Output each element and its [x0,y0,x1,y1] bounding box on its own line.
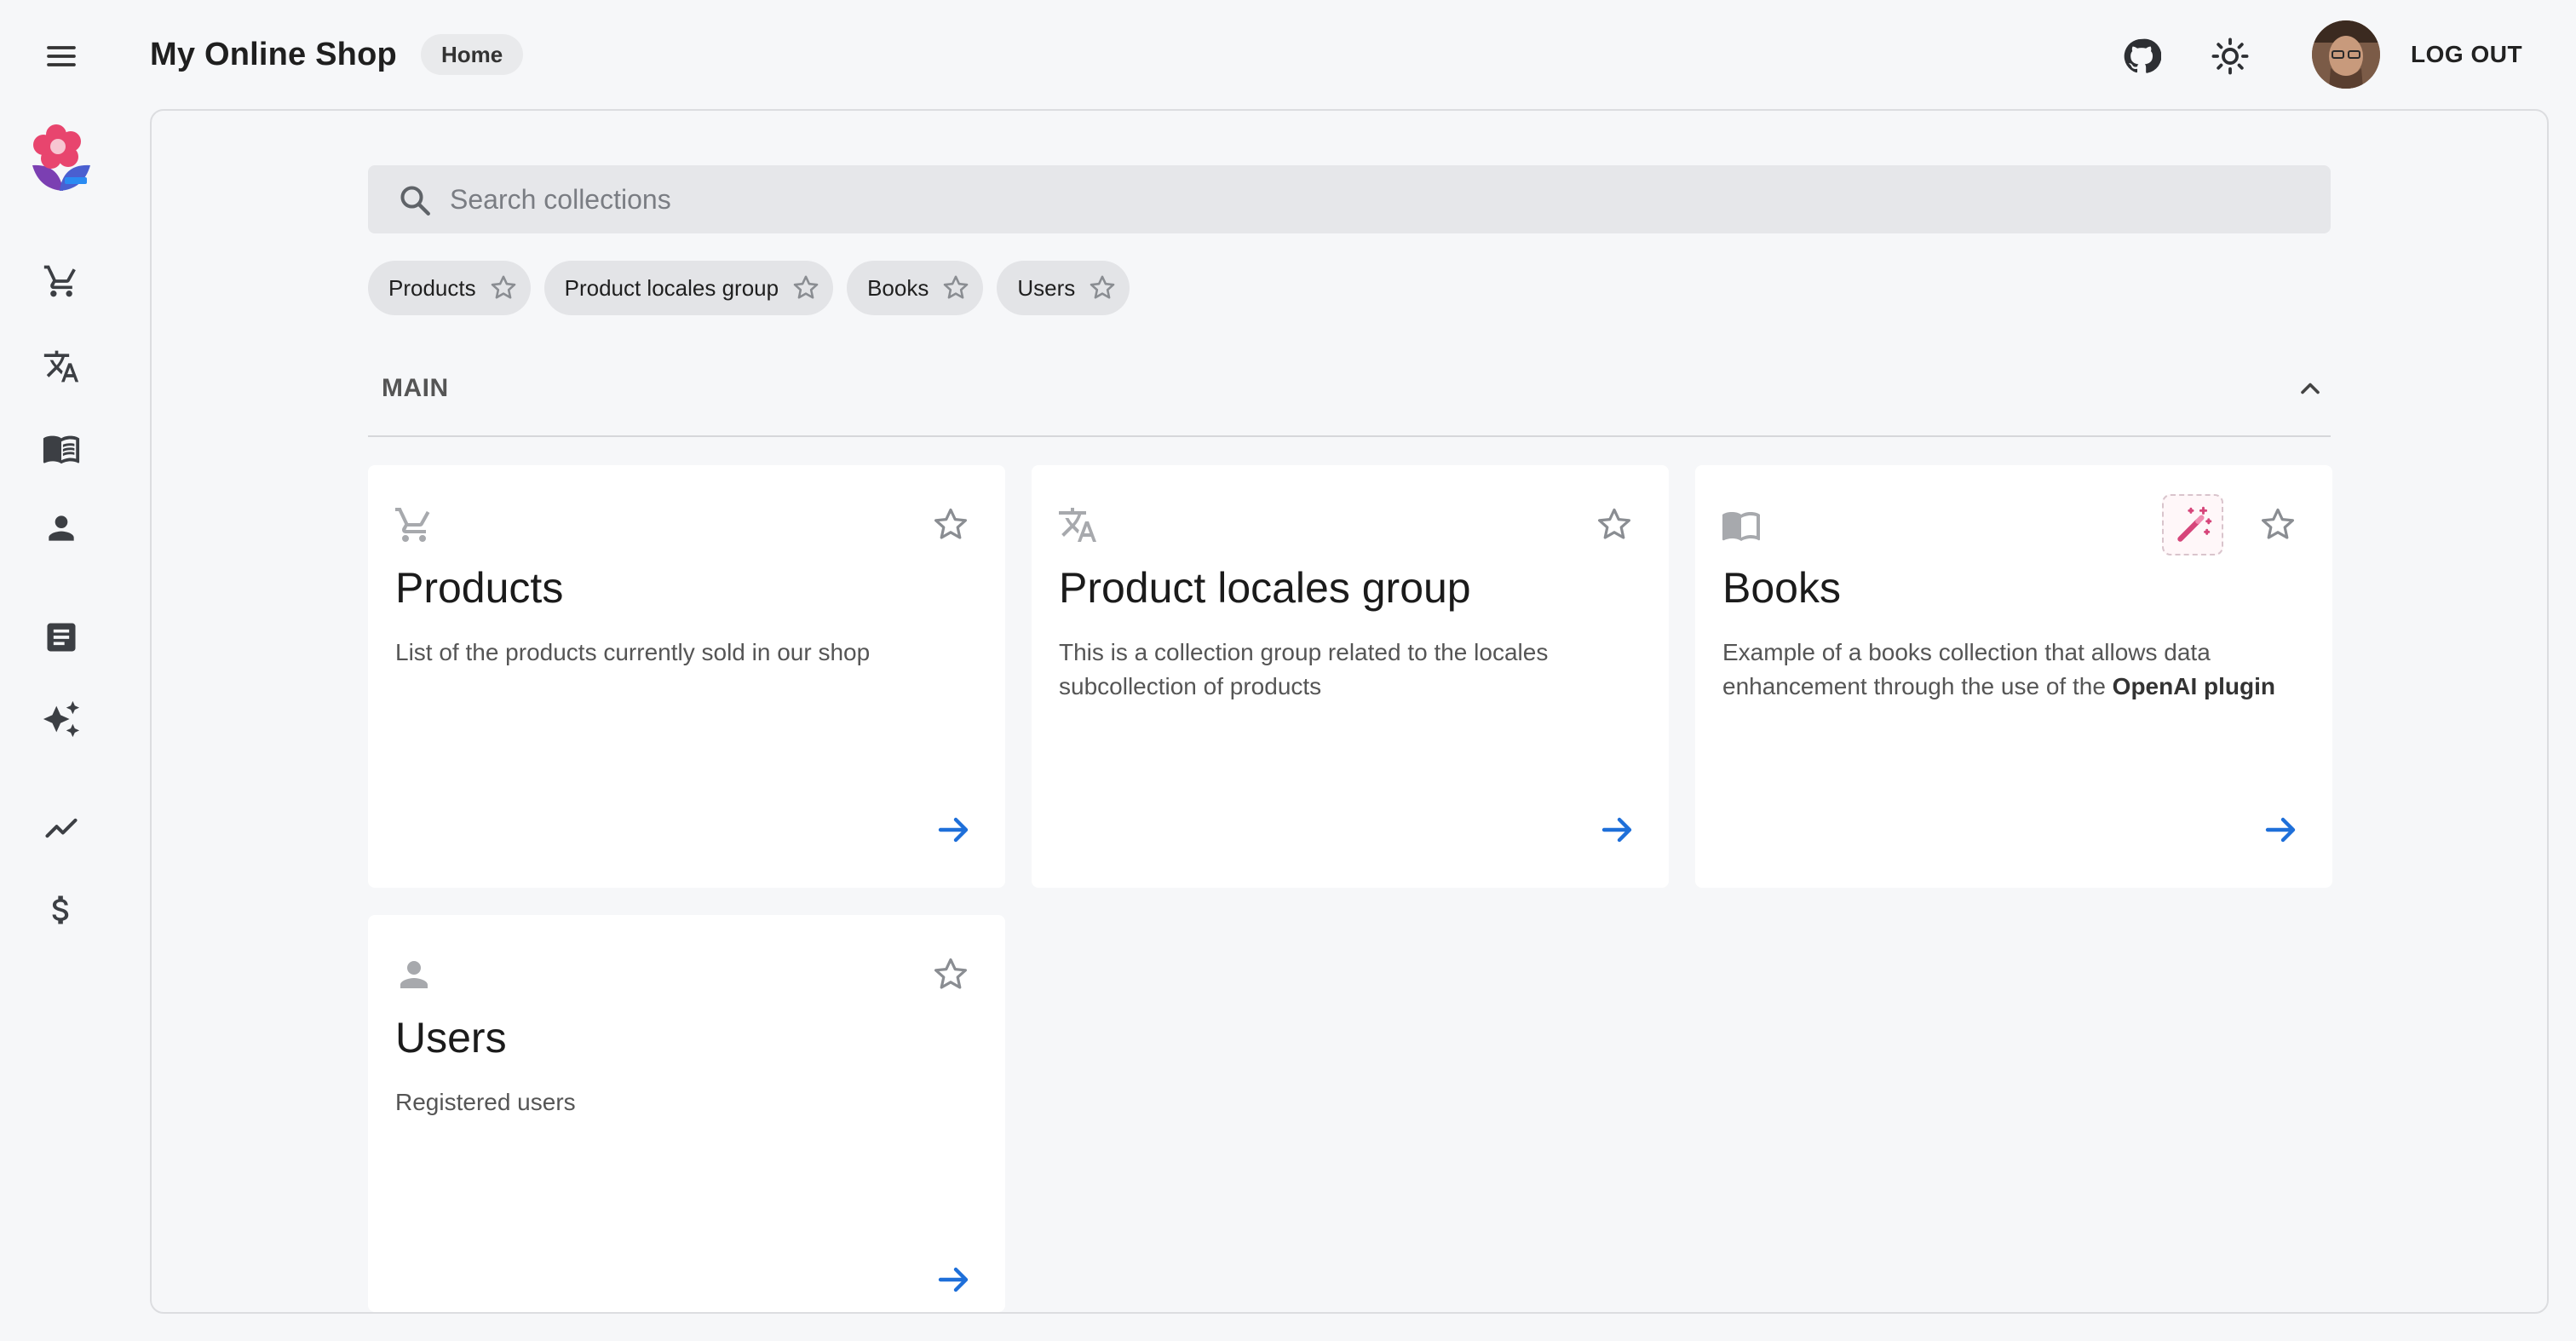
book-icon [1722,512,1760,541]
rail-item-billing[interactable] [32,881,90,939]
star-outline-icon[interactable] [930,954,971,995]
arrow-forward-icon[interactable] [934,1259,975,1300]
chip-label: Users [1017,274,1076,301]
avatar-image [2312,20,2380,89]
rail-item-products[interactable] [32,252,90,310]
menu-icon [47,46,76,66]
search-bar[interactable] [368,165,2331,233]
favorite-chips: Products Product locales group Books Use… [368,261,1130,315]
user-avatar[interactable] [2312,20,2380,89]
app-logo[interactable] [27,121,95,193]
rail-item-analytics[interactable] [32,799,90,857]
card-description: Example of a books collection that allow… [1722,636,2310,704]
chip-label: Product locales group [564,274,779,301]
magic-wand-icon [2177,506,2212,542]
arrow-forward-icon[interactable] [2261,809,2302,850]
menu-button[interactable] [34,29,89,83]
collection-card-products[interactable]: Products List of the products currently … [368,465,1005,888]
arrow-forward-icon[interactable] [1597,809,1638,850]
sparkle-icon [43,700,80,738]
rail-item-article[interactable] [32,608,90,666]
section-divider [368,435,2331,437]
card-description: List of the products currently sold in o… [395,639,871,665]
arrow-forward-icon[interactable] [934,809,975,850]
shopping-cart-icon [43,265,76,297]
light-mode-icon [2211,37,2249,75]
collection-card-product-locales-group[interactable]: Product locales group This is a collecti… [1032,465,1669,888]
top-bar: My Online Shop Home LOG OUT [0,0,2576,109]
star-outline-icon[interactable] [930,504,971,545]
rail-item-locales[interactable] [32,337,90,395]
chip-books[interactable]: Books [847,261,984,315]
card-description: Registered users [395,1089,576,1115]
chip-label: Products [388,274,476,301]
person-icon [49,515,74,541]
card-title: Books [1722,564,1841,612]
person-icon [400,961,428,988]
rail-item-books[interactable] [32,419,90,477]
card-title: Product locales group [1059,564,1471,612]
chip-users[interactable]: Users [997,261,1130,315]
collection-card-books[interactable]: Books Example of a books collection that… [1695,465,2332,888]
star-outline-icon[interactable] [1087,273,1118,303]
star-outline-icon[interactable] [2257,504,2298,545]
card-title: Users [395,1014,507,1062]
breadcrumb-home[interactable]: Home [421,34,524,75]
chip-label: Books [867,274,929,301]
openai-plugin-badge[interactable] [2162,494,2223,555]
article-icon [47,623,76,652]
chevron-up-icon [2301,383,2320,394]
star-outline-icon[interactable] [488,273,519,303]
search-input[interactable] [450,165,2307,233]
card-description: This is a collection group related to th… [1059,639,1549,699]
chip-product-locales-group[interactable]: Product locales group [543,261,834,315]
star-outline-icon[interactable] [791,273,821,303]
github-icon [2124,38,2161,73]
search-icon [400,186,430,216]
dollar-icon [52,895,69,924]
section-title: MAIN [382,374,449,402]
book-icon [43,435,80,464]
openai-plugin-label: OpenAI plugin [2112,673,2275,699]
translate-icon [43,350,79,383]
star-outline-icon[interactable] [1594,504,1635,545]
section-collapse-button[interactable] [2290,368,2331,409]
logout-button[interactable]: LOG OUT [2411,34,2522,75]
card-title: Products [395,564,564,612]
rail-item-users[interactable] [32,499,90,557]
chip-products[interactable]: Products [368,261,531,315]
app-title: My Online Shop [150,37,397,72]
theme-toggle-button[interactable] [2199,26,2261,87]
shopping-cart-icon [395,508,430,543]
flower-logo-icon [32,124,90,191]
trending-up-icon [45,818,78,838]
github-button[interactable] [2111,26,2172,87]
collection-card-users[interactable]: Users Registered users [368,915,1005,1312]
rail-item-ai[interactable] [32,690,90,748]
translate-icon [1059,508,1096,542]
star-outline-icon[interactable] [940,273,971,303]
